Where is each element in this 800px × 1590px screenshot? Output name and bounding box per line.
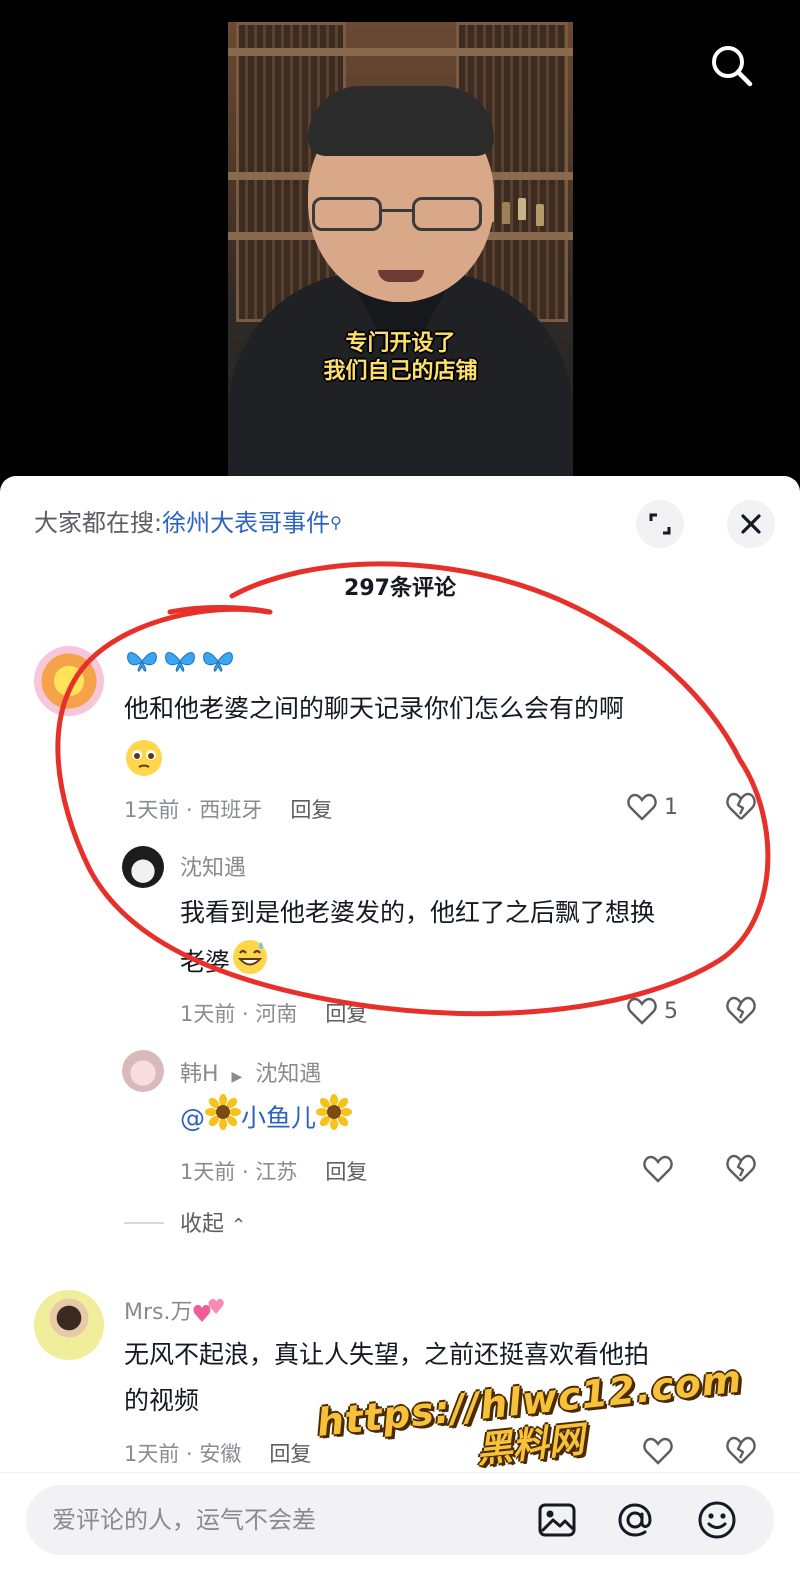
comment-username[interactable]: Mrs.万 [124, 1300, 192, 1325]
collapse-label: 收起 [180, 1212, 225, 1237]
reply-target-username[interactable]: 沈知遇 [255, 1062, 321, 1087]
comment-input-bar [0, 1472, 800, 1590]
like-button[interactable]: 1 [626, 790, 690, 824]
image-icon [538, 1503, 576, 1537]
emoji-icon [698, 1501, 736, 1539]
grin-sweat-emoji [230, 936, 270, 991]
reply-text[interactable]: @ 小鱼儿 [180, 1094, 353, 1145]
comment-time-location: 1天前 · 西班牙 [124, 798, 263, 822]
reply-meta: 1天前 · 江苏 回复 [180, 1156, 367, 1186]
hot-search-bar[interactable]: 大家都在搜:徐州大表哥事件⚲ [34, 506, 342, 540]
video-subtitle: 专门开设了 我们自己的店铺 [228, 330, 573, 386]
like-button[interactable]: 5 [626, 994, 690, 1028]
collapse-replies-button[interactable]: 收起 ⌃ [180, 1206, 246, 1238]
reply-username-row: 韩H ▶ 沈知遇 [180, 1056, 321, 1088]
reply-text-line: 老婆 [180, 936, 655, 991]
video-frame: 专门开设了 我们自己的店铺 [228, 22, 573, 490]
reply-text-fragment: 老婆 [180, 947, 231, 977]
pleading-emoji [124, 738, 164, 782]
person-mouth [378, 270, 424, 282]
broken-heart-icon [726, 1154, 756, 1182]
subtitle-line: 专门开设了 [345, 331, 456, 356]
video-player[interactable]: 专门开设了 我们自己的店铺 [0, 0, 800, 490]
dislike-button[interactable] [724, 1152, 758, 1186]
heart-icon [643, 1155, 673, 1183]
image-button[interactable] [536, 1499, 578, 1541]
comment-count: 297条评论 [344, 576, 456, 601]
person-hair [308, 86, 494, 156]
like-count: 5 [664, 998, 678, 1024]
reply-username[interactable]: 沈知遇 [180, 850, 246, 882]
sunflower-icon [316, 1094, 353, 1145]
heart-icon [627, 997, 657, 1025]
mention-button[interactable] [614, 1499, 656, 1541]
like-button[interactable] [642, 1152, 706, 1186]
mention-symbol: @ [180, 1103, 205, 1133]
person-glasses [312, 197, 492, 233]
subtitle-line: 我们自己的店铺 [323, 359, 478, 384]
dislike-button[interactable] [724, 994, 758, 1028]
avatar[interactable] [34, 646, 104, 716]
avatar[interactable] [122, 1050, 164, 1092]
comment-time-location: 1天前 · 安徽 [124, 1442, 242, 1466]
butterfly-icon [127, 652, 233, 672]
comment-username-row: Mrs.万 [124, 1294, 226, 1330]
search-icon [712, 46, 753, 87]
reply-button[interactable]: 回复 [290, 798, 332, 822]
comment-meta: 1天前 · 西班牙 回复 [124, 794, 332, 824]
close-icon [741, 514, 761, 534]
sunflower-icon [205, 1094, 241, 1145]
emoji-button[interactable] [696, 1499, 738, 1541]
heart-icon [627, 793, 657, 821]
reply-meta: 1天前 · 河南 回复 [180, 998, 367, 1028]
shelf-bottle [518, 198, 526, 220]
shelf-bottle [502, 202, 510, 224]
reply-text: 我看到是他老婆发的，他红了之后飘了想换 老婆 [180, 890, 655, 991]
at-icon [618, 1503, 652, 1537]
comment-meta: 1天前 · 安徽 回复 [124, 1438, 311, 1468]
comment-input[interactable] [26, 1485, 774, 1555]
comment-text: 他和他老婆之间的聊天记录你们怎么会有的啊 [124, 694, 625, 723]
avatar[interactable] [122, 846, 164, 888]
avatar[interactable] [34, 1290, 104, 1360]
dislike-button[interactable] [724, 790, 758, 824]
comment-username[interactable] [124, 644, 236, 684]
search-button[interactable] [706, 40, 758, 92]
reply-time-location: 1天前 · 江苏 [180, 1160, 298, 1184]
search-icon: ⚲ [330, 513, 342, 532]
reply-username[interactable]: 韩H [180, 1062, 219, 1087]
broken-heart-icon [726, 792, 756, 820]
comment-text-line: 无风不起浪，真让人失望，之前还挺喜欢看他拍 [124, 1340, 650, 1369]
broken-heart-icon [726, 996, 756, 1024]
reply-text-line: 我看到是他老婆发的，他红了之后飘了想换 [180, 898, 656, 927]
reply-time-location: 1天前 · 河南 [180, 1002, 298, 1026]
chevron-up-icon: ⌃ [231, 1215, 247, 1236]
two-hearts-icon [192, 1296, 226, 1330]
reply-arrow-icon: ▶ [231, 1069, 243, 1085]
shelf-bottle [536, 204, 544, 226]
reply-button[interactable]: 回复 [325, 1002, 367, 1026]
shelf-board [228, 48, 573, 56]
expand-button[interactable] [636, 500, 684, 548]
hot-search-link[interactable]: 徐州大表哥事件 [162, 509, 330, 537]
reply-button[interactable]: 回复 [325, 1160, 367, 1184]
expand-icon [649, 513, 671, 535]
collapse-divider [124, 1222, 164, 1224]
mention-name: 小鱼儿 [241, 1103, 317, 1133]
close-button[interactable] [727, 500, 775, 548]
hot-search-label: 大家都在搜: [34, 509, 163, 537]
reply-button[interactable]: 回复 [269, 1442, 311, 1466]
like-count: 1 [664, 794, 678, 820]
